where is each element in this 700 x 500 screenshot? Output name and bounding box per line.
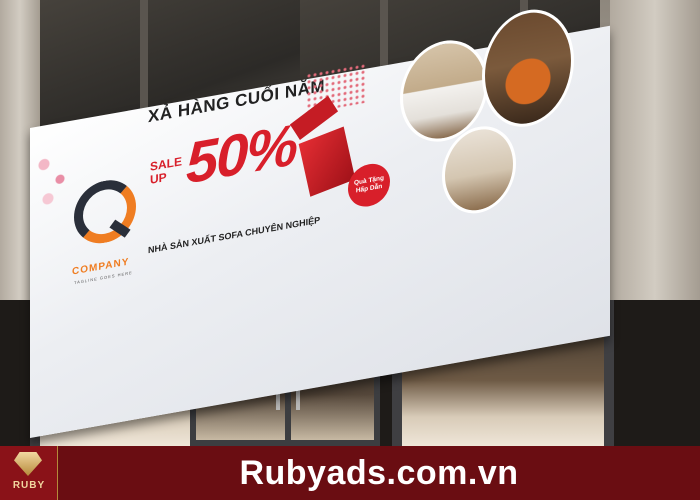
- discount-percent: 50%: [186, 112, 297, 197]
- gift-badge: Quà Tặng Hấp Dẫn: [348, 160, 390, 210]
- ruby-brand-text: RUBY: [12, 480, 46, 491]
- company-logo-icon: [74, 175, 136, 249]
- sign-subline: NHÀ SẢN XUẤT SOFA CHUYÊN NGHIỆP: [148, 214, 321, 256]
- storefront-photo: COMPANY TAGLINE GOES HERE XẢ HÀNG CUỐI N…: [0, 0, 700, 500]
- cherry-blossom-decoration: [32, 138, 72, 216]
- sale-label: SALE UP: [150, 154, 182, 187]
- website-domain: Rubyads.com.vn: [239, 454, 519, 492]
- gift-box-icon: [298, 126, 356, 197]
- sale-line-2: UP: [150, 169, 167, 187]
